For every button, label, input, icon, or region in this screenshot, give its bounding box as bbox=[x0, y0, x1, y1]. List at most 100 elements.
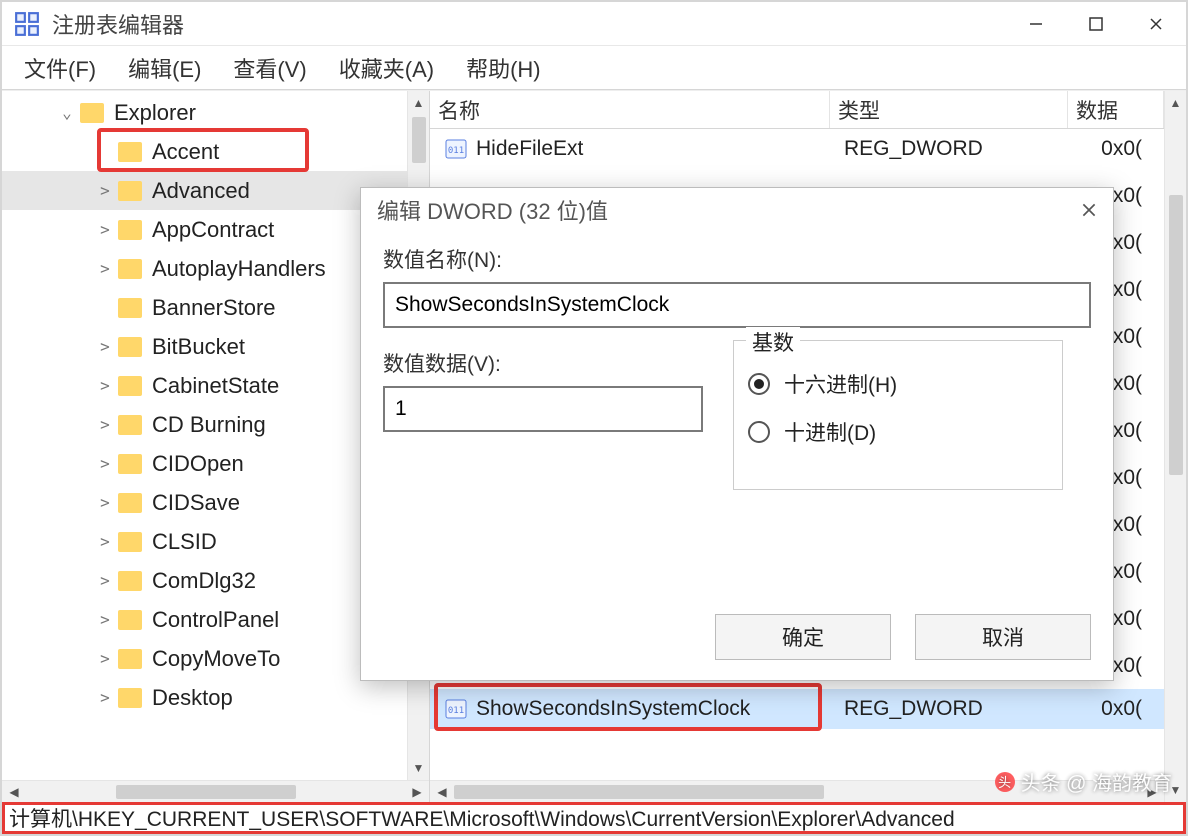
values-vertical-scrollbar[interactable]: ▲ ▼ bbox=[1164, 91, 1186, 802]
tree-node[interactable]: >CLSID bbox=[2, 522, 407, 561]
watermark-icon: 头 bbox=[995, 772, 1015, 792]
scroll-thumb[interactable] bbox=[1169, 195, 1183, 475]
value-name: HideFileExt bbox=[476, 137, 583, 161]
chevron-right-icon[interactable]: > bbox=[98, 652, 112, 666]
hscroll-thumb[interactable] bbox=[454, 785, 824, 799]
chevron-right-icon[interactable]: > bbox=[98, 340, 112, 354]
chevron-right-icon[interactable] bbox=[98, 301, 112, 315]
folder-icon bbox=[118, 376, 142, 396]
tree-label: AppContract bbox=[152, 217, 274, 243]
edit-dword-dialog: 编辑 DWORD (32 位)值 数值名称(N): 数值数据(V): 基数 十六… bbox=[360, 187, 1114, 681]
col-type[interactable]: 类型 bbox=[830, 91, 1068, 128]
scroll-up-icon[interactable]: ▲ bbox=[1170, 91, 1182, 115]
tree-node[interactable]: >CD Burning bbox=[2, 405, 407, 444]
chevron-right-icon[interactable] bbox=[98, 145, 112, 159]
value-name-label: 数值名称(N): bbox=[383, 244, 1091, 274]
tree-label: Accent bbox=[152, 139, 219, 165]
tree-node[interactable]: >ControlPanel bbox=[2, 600, 407, 639]
tree-node[interactable]: > Advanced bbox=[2, 171, 407, 210]
tree-node[interactable]: > ComDlg32 bbox=[2, 561, 407, 600]
tree-node[interactable]: > AutoplayHandlers bbox=[2, 249, 407, 288]
dword-icon: 011 bbox=[444, 138, 468, 160]
tree-node-explorer[interactable]: ⌄ Explorer bbox=[2, 93, 407, 132]
svg-text:011: 011 bbox=[448, 146, 464, 156]
menu-bar: 文件(F) 编辑(E) 查看(V) 收藏夹(A) 帮助(H) bbox=[2, 46, 1186, 90]
radio-icon-checked bbox=[748, 373, 770, 395]
tree-label: AutoplayHandlers bbox=[152, 256, 326, 282]
tree-label: ComDlg32 bbox=[152, 568, 256, 594]
tree-label: Advanced bbox=[152, 178, 250, 204]
chevron-right-icon[interactable]: > bbox=[98, 496, 112, 510]
value-type: REG_DWORD bbox=[844, 137, 983, 161]
chevron-right-icon[interactable]: > bbox=[98, 262, 112, 276]
folder-icon bbox=[118, 220, 142, 240]
scroll-down-icon[interactable]: ▼ bbox=[413, 756, 425, 780]
chevron-right-icon[interactable]: > bbox=[98, 691, 112, 705]
tree-label: CIDSave bbox=[152, 490, 240, 516]
dialog-title-bar[interactable]: 编辑 DWORD (32 位)值 bbox=[361, 188, 1113, 232]
col-data[interactable]: 数据 bbox=[1068, 91, 1164, 128]
cancel-button[interactable]: 取消 bbox=[915, 614, 1091, 660]
close-button[interactable] bbox=[1126, 2, 1186, 46]
chevron-down-icon[interactable]: ⌄ bbox=[60, 106, 74, 120]
value-row-selected[interactable]: 011 ShowSecondsInSystemClock REG_DWORD 0… bbox=[430, 689, 1164, 729]
registry-tree[interactable]: ⌄ Explorer Accent > Advanced > AppContract > A… bbox=[2, 91, 407, 780]
scroll-thumb[interactable] bbox=[412, 117, 426, 163]
value-data-label: 数值数据(V): bbox=[383, 348, 703, 378]
minimize-button[interactable] bbox=[1006, 2, 1066, 46]
hscroll-thumb[interactable] bbox=[116, 785, 296, 799]
scroll-left-icon[interactable]: ◀ bbox=[2, 785, 26, 799]
tree-node[interactable]: >CIDOpen bbox=[2, 444, 407, 483]
chevron-right-icon[interactable]: > bbox=[98, 574, 112, 588]
chevron-right-icon[interactable]: > bbox=[98, 379, 112, 393]
tree-label: Explorer bbox=[114, 100, 196, 126]
radio-hex[interactable]: 十六进制(H) bbox=[748, 369, 1048, 399]
scroll-right-icon[interactable]: ▶ bbox=[405, 785, 429, 799]
radio-hex-label: 十六进制(H) bbox=[784, 369, 897, 399]
folder-icon bbox=[118, 181, 142, 201]
tree-horizontal-scrollbar[interactable]: ◀ ▶ bbox=[2, 780, 429, 802]
ok-button[interactable]: 确定 bbox=[715, 614, 891, 660]
chevron-right-icon[interactable]: > bbox=[98, 184, 112, 198]
tree-node[interactable]: >CabinetState bbox=[2, 366, 407, 405]
scroll-left-icon[interactable]: ◀ bbox=[430, 785, 454, 799]
tree-node[interactable]: Accent bbox=[2, 132, 407, 171]
column-headers: 名称 类型 数据 bbox=[430, 91, 1164, 129]
svg-text:011: 011 bbox=[448, 706, 464, 716]
menu-view[interactable]: 查看(V) bbox=[231, 50, 308, 86]
tree-node[interactable]: >Desktop bbox=[2, 678, 407, 717]
radio-dec-label: 十进制(D) bbox=[784, 417, 876, 447]
tree-node[interactable]: > CIDSave bbox=[2, 483, 407, 522]
col-name[interactable]: 名称 bbox=[430, 91, 830, 128]
chevron-right-icon[interactable]: > bbox=[98, 457, 112, 471]
folder-icon bbox=[118, 649, 142, 669]
menu-favorites[interactable]: 收藏夹(A) bbox=[337, 50, 436, 86]
folder-icon bbox=[118, 298, 142, 318]
folder-icon bbox=[118, 337, 142, 357]
menu-help[interactable]: 帮助(H) bbox=[464, 50, 543, 86]
chevron-right-icon[interactable]: > bbox=[98, 418, 112, 432]
value-name-field[interactable] bbox=[383, 282, 1091, 328]
tree-node[interactable]: BannerStore bbox=[2, 288, 407, 327]
tree-node[interactable]: >BitBucket bbox=[2, 327, 407, 366]
title-bar[interactable]: 注册表编辑器 bbox=[2, 2, 1186, 46]
tree-node[interactable]: >CopyMoveTo bbox=[2, 639, 407, 678]
folder-icon bbox=[118, 142, 142, 162]
menu-file[interactable]: 文件(F) bbox=[22, 50, 98, 86]
folder-icon bbox=[118, 532, 142, 552]
menu-edit[interactable]: 编辑(E) bbox=[126, 50, 203, 86]
scroll-up-icon[interactable]: ▲ bbox=[413, 91, 425, 115]
tree-node[interactable]: > AppContract bbox=[2, 210, 407, 249]
base-legend: 基数 bbox=[746, 327, 800, 357]
chevron-right-icon[interactable]: > bbox=[98, 535, 112, 549]
chevron-right-icon[interactable]: > bbox=[98, 613, 112, 627]
maximize-button[interactable] bbox=[1066, 2, 1126, 46]
dialog-close-button[interactable] bbox=[1065, 188, 1113, 232]
folder-icon bbox=[118, 571, 142, 591]
status-bar-path: 计算机\HKEY_CURRENT_USER\SOFTWARE\Microsoft… bbox=[2, 802, 1186, 834]
tree-label: BannerStore bbox=[152, 295, 276, 321]
chevron-right-icon[interactable]: > bbox=[98, 223, 112, 237]
value-row[interactable]: 011 HideFileExt REG_DWORD 0x0( bbox=[430, 129, 1164, 169]
radio-dec[interactable]: 十进制(D) bbox=[748, 417, 1048, 447]
value-data-field[interactable] bbox=[383, 386, 703, 432]
